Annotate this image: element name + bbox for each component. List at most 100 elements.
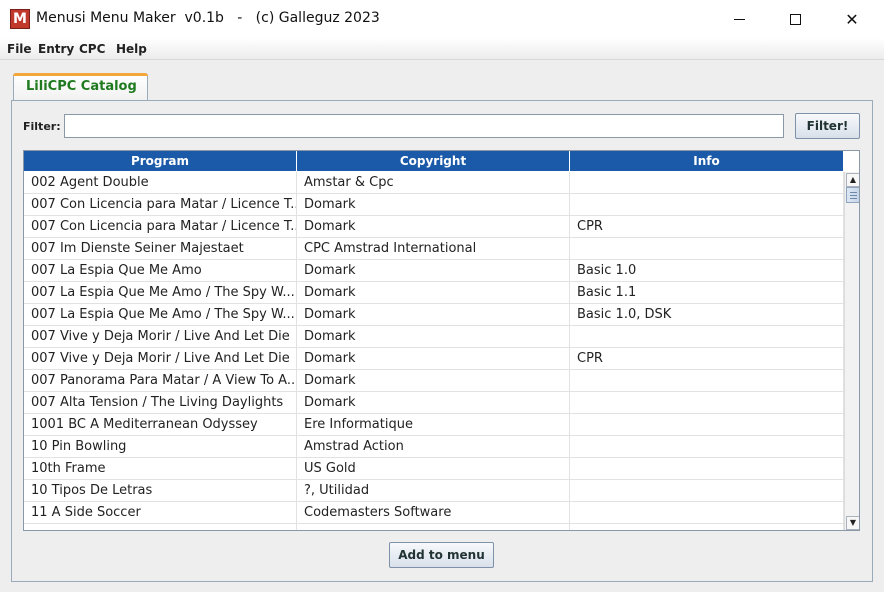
table-row[interactable]: 007 Alta Tension / The Living Daylights D… bbox=[24, 392, 844, 414]
cell-copyright: Domark bbox=[297, 348, 570, 370]
cell-program: 007 La Espia Que Me Amo / The Spy W... bbox=[24, 304, 297, 326]
menu-cpc[interactable]: CPC bbox=[79, 42, 105, 56]
maximize-icon bbox=[789, 13, 801, 25]
cell-info bbox=[570, 392, 844, 414]
cell-copyright: Amstar & Cpc bbox=[297, 172, 570, 194]
cell-copyright: Domark bbox=[297, 326, 570, 348]
app-icon: M bbox=[10, 9, 30, 29]
window-title: Menusi Menu Maker v0.1b - (c) Galleguz 2… bbox=[36, 10, 380, 26]
table-row[interactable]: 007 Vive y Deja Morir / Live And Let Die… bbox=[24, 348, 844, 370]
scrollbar-thumb[interactable] bbox=[846, 187, 859, 203]
cell-copyright: Domark bbox=[297, 194, 570, 216]
scroll-down-icon[interactable]: ▼ bbox=[846, 516, 859, 530]
cell-info: Basic 1.0, DSK bbox=[570, 304, 844, 326]
scroll-up-icon[interactable]: ▲ bbox=[846, 173, 859, 187]
catalog-table: Program Copyright Info 002 Agent Double A… bbox=[23, 150, 860, 531]
cell-program: 007 Con Licencia para Matar / Licence T.… bbox=[24, 194, 297, 216]
cell-program: 007 Vive y Deja Morir / Live And Let Die bbox=[24, 326, 297, 348]
cell-program: 1001 BC A Mediterranean Odyssey bbox=[24, 414, 297, 436]
table-header: Program Copyright Info bbox=[24, 151, 844, 172]
cell-copyright: Domark bbox=[297, 304, 570, 326]
cell-program bbox=[24, 524, 297, 530]
cell-info bbox=[570, 238, 844, 260]
cell-copyright: Domark bbox=[297, 216, 570, 238]
filter-button[interactable]: Filter! bbox=[795, 113, 860, 139]
add-to-menu-button[interactable]: Add to menu bbox=[389, 542, 494, 568]
table-row[interactable]: 007 Panorama Para Matar / A View To A...… bbox=[24, 370, 844, 392]
cell-info bbox=[570, 370, 844, 392]
cell-copyright: Domark bbox=[297, 370, 570, 392]
cell-program: 007 Vive y Deja Morir / Live And Let Die bbox=[24, 348, 297, 370]
cell-info bbox=[570, 524, 844, 530]
filter-input[interactable] bbox=[64, 114, 784, 138]
menu-entry[interactable]: Entry bbox=[38, 42, 74, 56]
table-row[interactable] bbox=[24, 524, 844, 530]
column-header-copyright[interactable]: Copyright bbox=[297, 151, 570, 172]
table-row[interactable]: 007 Con Licencia para Matar / Licence T.… bbox=[24, 194, 844, 216]
cell-info bbox=[570, 436, 844, 458]
minimize-icon bbox=[733, 18, 745, 20]
cell-info: Basic 1.1 bbox=[570, 282, 844, 304]
table-row[interactable]: 007 La Espia Que Me Amo Domark Basic 1.0 bbox=[24, 260, 844, 282]
cell-program: 007 La Espia Que Me Amo / The Spy W... bbox=[24, 282, 297, 304]
cell-copyright: Amstrad Action bbox=[297, 436, 570, 458]
cell-copyright: ?, Utilidad bbox=[297, 480, 570, 502]
table-row[interactable]: 007 Con Licencia para Matar / Licence T.… bbox=[24, 216, 844, 238]
filter-label: Filter: bbox=[23, 120, 61, 133]
cell-copyright: Codemasters Software bbox=[297, 502, 570, 524]
cell-program: 11 A Side Soccer bbox=[24, 502, 297, 524]
cell-info bbox=[570, 480, 844, 502]
table-row[interactable]: 10th Frame US Gold bbox=[24, 458, 844, 480]
cell-copyright bbox=[297, 524, 570, 530]
cell-program: 007 Im Dienste Seiner Majestaet bbox=[24, 238, 297, 260]
cell-copyright: US Gold bbox=[297, 458, 570, 480]
menu-help[interactable]: Help bbox=[116, 42, 147, 56]
grip-line bbox=[850, 198, 857, 199]
table-row[interactable]: 007 La Espia Que Me Amo / The Spy W... Do… bbox=[24, 304, 844, 326]
grip-line bbox=[850, 195, 857, 196]
cell-program: 10th Frame bbox=[24, 458, 297, 480]
cell-program: 007 Panorama Para Matar / A View To A... bbox=[24, 370, 297, 392]
tab-lilicpc-catalog[interactable]: LiliCPC Catalog bbox=[13, 73, 148, 101]
table-row[interactable]: 11 A Side Soccer Codemasters Software bbox=[24, 502, 844, 524]
cell-copyright: CPC Amstrad International bbox=[297, 238, 570, 260]
column-header-program[interactable]: Program bbox=[24, 151, 297, 172]
title-bar: M Menusi Menu Maker v0.1b - (c) Galleguz… bbox=[0, 0, 884, 38]
menu-bar: File Entry CPC Help bbox=[0, 38, 884, 60]
table-row[interactable]: 1001 BC A Mediterranean Odyssey Ere Infor… bbox=[24, 414, 844, 436]
cell-info bbox=[570, 414, 844, 436]
cell-program: 10 Pin Bowling bbox=[24, 436, 297, 458]
close-button[interactable]: ✕ bbox=[829, 0, 875, 38]
cell-info bbox=[570, 172, 844, 194]
cell-program: 007 Alta Tension / The Living Daylights bbox=[24, 392, 297, 414]
column-header-info[interactable]: Info bbox=[570, 151, 844, 172]
table-row[interactable]: 007 Vive y Deja Morir / Live And Let Die… bbox=[24, 326, 844, 348]
maximize-button[interactable] bbox=[772, 0, 818, 38]
table-row[interactable]: 002 Agent Double Amstar & Cpc bbox=[24, 172, 844, 194]
tab-label: LiliCPC Catalog bbox=[26, 79, 137, 94]
table-row[interactable]: 10 Tipos De Letras?, Utilidad bbox=[24, 480, 844, 502]
cell-info: Basic 1.0 bbox=[570, 260, 844, 282]
menu-file[interactable]: File bbox=[7, 42, 32, 56]
table-vertical-scrollbar[interactable]: ▲ ▼ bbox=[844, 172, 859, 530]
minimize-button[interactable] bbox=[716, 0, 762, 38]
cell-program: 007 Con Licencia para Matar / Licence T.… bbox=[24, 216, 297, 238]
cell-info bbox=[570, 458, 844, 480]
table-body: 002 Agent Double Amstar & Cpc 007 Con Lic… bbox=[24, 172, 844, 530]
cell-info bbox=[570, 326, 844, 348]
table-row[interactable]: 007 Im Dienste Seiner Majestaet CPC Amstr… bbox=[24, 238, 844, 260]
cell-program: 002 Agent Double bbox=[24, 172, 297, 194]
table-row[interactable]: 10 Pin Bowling Amstrad Action bbox=[24, 436, 844, 458]
cell-copyright: Domark bbox=[297, 282, 570, 304]
cell-copyright: Ere Informatique bbox=[297, 414, 570, 436]
cell-info bbox=[570, 194, 844, 216]
cell-program: 10 Tipos De Letras bbox=[24, 480, 297, 502]
cell-program: 007 La Espia Que Me Amo bbox=[24, 260, 297, 282]
cell-copyright: Domark bbox=[297, 392, 570, 414]
cell-info: CPR bbox=[570, 348, 844, 370]
cell-info: CPR bbox=[570, 216, 844, 238]
close-icon: ✕ bbox=[845, 9, 859, 29]
grip-line bbox=[850, 192, 857, 193]
table-row[interactable]: 007 La Espia Que Me Amo / The Spy W... Do… bbox=[24, 282, 844, 304]
cell-copyright: Domark bbox=[297, 260, 570, 282]
